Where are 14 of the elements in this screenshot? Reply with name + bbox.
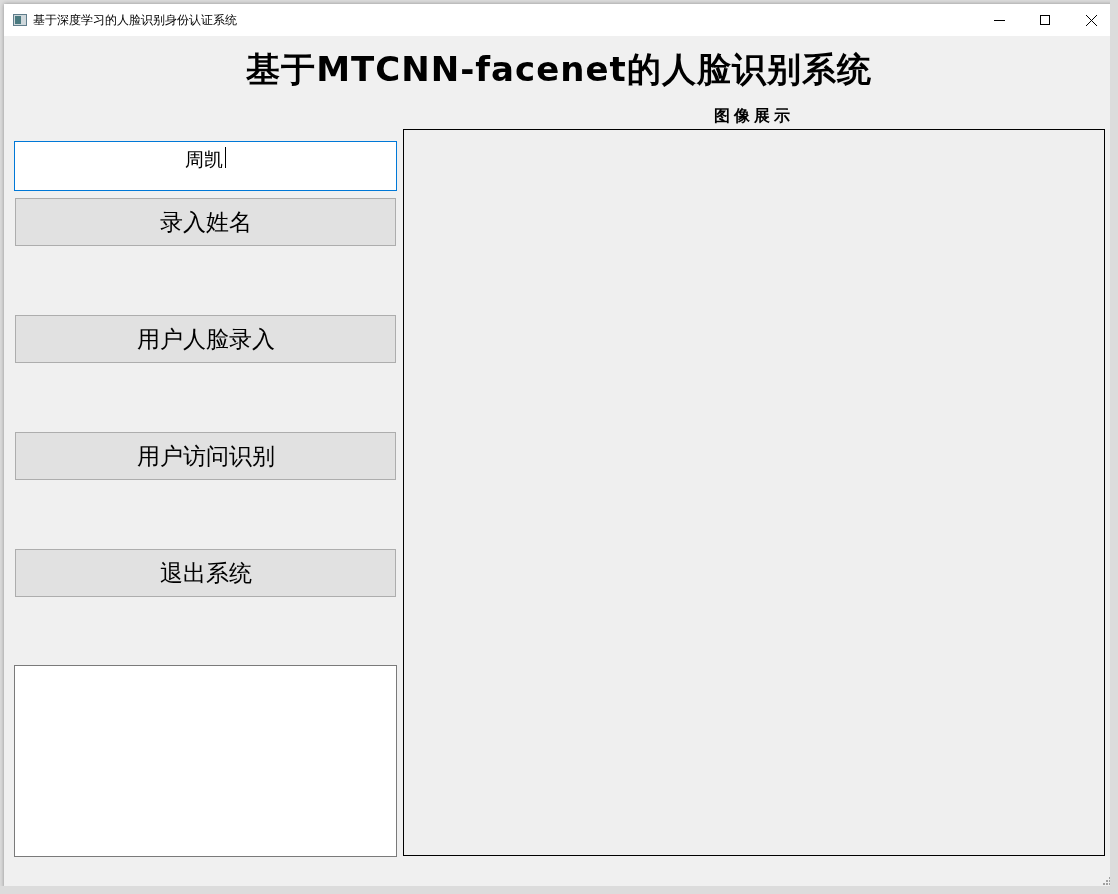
app-icon [13,14,27,26]
minimize-icon [993,19,1005,21]
action-button[interactable]: 用户访问识别 [15,432,396,480]
log-text-area[interactable] [14,665,397,857]
action-button[interactable]: 录入姓名 [15,198,396,246]
close-icon [1085,14,1097,26]
action-button[interactable]: 退出系统 [15,549,396,597]
app-heading: 基于MTCNN-facenet的人脸识别系统 [246,47,872,91]
resize-grip-icon[interactable] [1103,877,1110,885]
window-title: 基于深度学习的人脸识别身份认证系统 [33,11,238,29]
name-input-field[interactable]: 周凯 [14,141,397,191]
panel-label: 图像展示 [714,105,794,127]
maximize-icon [1040,15,1050,25]
action-button[interactable]: 用户人脸录入 [15,315,396,363]
